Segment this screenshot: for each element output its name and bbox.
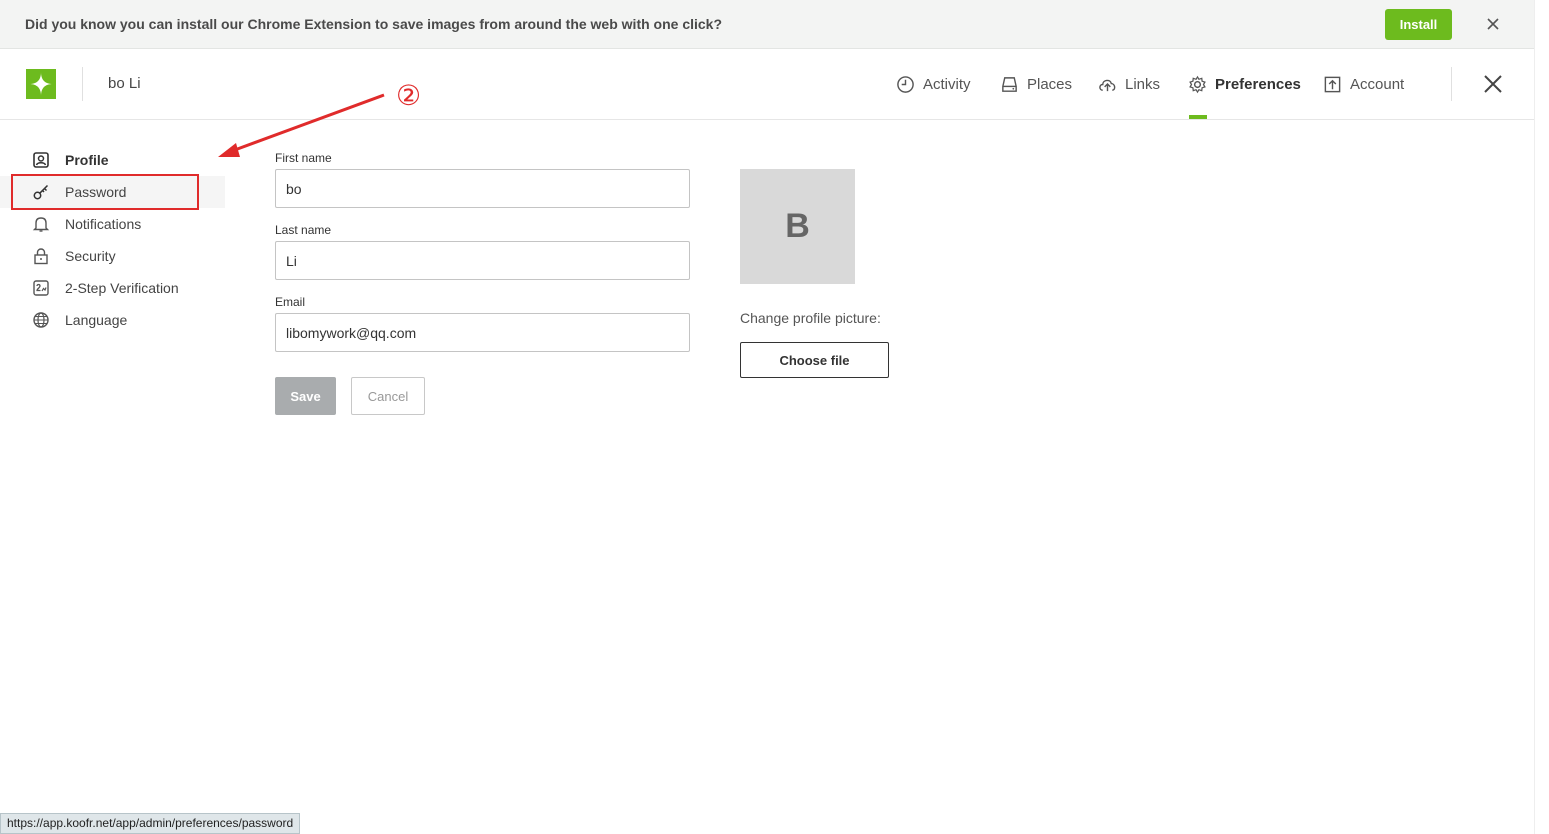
nav-places[interactable]: Places bbox=[1000, 49, 1072, 119]
sidebar-item-label: Language bbox=[65, 312, 128, 328]
extension-banner: Did you know you can install our Chrome … bbox=[0, 0, 1534, 49]
sidebar-item-label: Notifications bbox=[65, 216, 142, 232]
nav-links[interactable]: Links bbox=[1098, 49, 1160, 119]
two-step-icon bbox=[33, 280, 49, 296]
choose-file-button[interactable]: Choose file bbox=[740, 342, 889, 378]
nav-activity-label: Activity bbox=[923, 75, 971, 93]
first-name-field[interactable] bbox=[275, 169, 690, 208]
active-tab-indicator bbox=[1189, 115, 1207, 119]
sidebar-item-profile[interactable]: Profile bbox=[0, 144, 225, 176]
nav-account[interactable]: Account bbox=[1323, 49, 1404, 119]
avatar: B bbox=[740, 169, 855, 284]
email-field[interactable] bbox=[275, 313, 690, 352]
last-name-label: Last name bbox=[275, 223, 332, 237]
annotation-step-number: ② bbox=[396, 79, 422, 112]
clock-icon bbox=[897, 75, 914, 93]
sidebar-item-2-step-verification[interactable]: 2-Step Verification bbox=[0, 272, 225, 304]
koofr-logo[interactable] bbox=[26, 69, 56, 99]
change-profile-picture-label: Change profile picture: bbox=[740, 310, 881, 326]
close-icon[interactable] bbox=[1482, 73, 1504, 95]
install-button[interactable]: Install bbox=[1385, 9, 1452, 40]
annotation-highlight-box bbox=[11, 174, 199, 210]
header-divider bbox=[82, 67, 83, 101]
sidebar-item-notifications[interactable]: Notifications bbox=[0, 208, 225, 240]
status-bar-url: https://app.koofr.net/app/admin/preferen… bbox=[0, 813, 301, 834]
close-icon[interactable] bbox=[1484, 15, 1502, 33]
scrollbar[interactable] bbox=[1534, 0, 1549, 834]
sidebar-item-security[interactable]: Security bbox=[0, 240, 225, 272]
banner-text: Did you know you can install our Chrome … bbox=[25, 16, 723, 32]
last-name-field[interactable] bbox=[275, 241, 690, 280]
annotation-arrow bbox=[218, 93, 385, 157]
nav-account-label: Account bbox=[1350, 75, 1405, 93]
lock-icon bbox=[34, 248, 48, 265]
bell-icon bbox=[32, 217, 50, 232]
nav-preferences[interactable]: Preferences bbox=[1188, 49, 1301, 119]
cancel-button[interactable]: Cancel bbox=[351, 377, 425, 415]
drive-icon bbox=[1002, 76, 1017, 92]
cloud-upload-icon bbox=[1099, 79, 1116, 91]
header-divider bbox=[1451, 67, 1452, 101]
sidebar-item-language[interactable]: Language bbox=[0, 304, 225, 336]
app-header: bo Li Activity Places Links Preferences … bbox=[0, 49, 1534, 120]
save-button[interactable]: Save bbox=[275, 377, 336, 415]
username: bo Li bbox=[108, 75, 141, 92]
upload-box-icon bbox=[1324, 76, 1341, 92]
nav-links-label: Links bbox=[1125, 75, 1161, 93]
sidebar-item-label: Profile bbox=[65, 152, 109, 168]
nav-activity[interactable]: Activity bbox=[896, 49, 971, 119]
sidebar-item-label: Security bbox=[65, 248, 116, 264]
nav-places-label: Places bbox=[1027, 75, 1073, 93]
email-label: Email bbox=[275, 295, 306, 309]
gear-icon bbox=[1189, 75, 1206, 93]
nav-preferences-label: Preferences bbox=[1215, 75, 1301, 93]
first-name-label: First name bbox=[275, 151, 332, 165]
user-card-icon bbox=[33, 152, 49, 168]
globe-icon bbox=[33, 312, 49, 328]
sidebar-item-label: 2-Step Verification bbox=[65, 280, 179, 296]
